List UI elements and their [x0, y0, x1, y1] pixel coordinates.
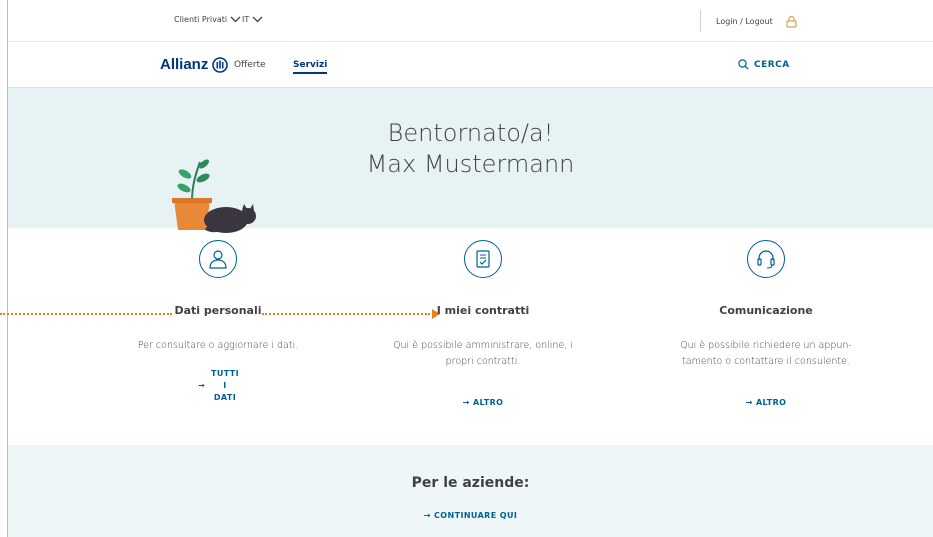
description-line: Qui è possibile amministrare, online, i	[393, 340, 573, 351]
headset-icon	[757, 250, 775, 269]
personal-data-icon-circle[interactable]	[199, 240, 237, 278]
nav-services[interactable]: Servizi	[293, 60, 328, 74]
lock-icon	[786, 16, 797, 28]
utility-bar: Clienti Privati IT Login / Logout	[8, 0, 933, 42]
contracts-more-link[interactable]: → ALTRO	[363, 398, 603, 407]
main-navigation: Allianz Offerte Servizi CERCA	[8, 42, 933, 88]
nav-offers[interactable]: Offerte	[234, 60, 266, 70]
segment-label: Clienti Privati	[174, 15, 228, 24]
chevron-down-icon	[252, 16, 263, 23]
arrow-right-icon: →	[198, 381, 206, 390]
companies-title: Per le aziende:	[411, 475, 530, 491]
hero-title: Bentornato/a! Max Mustermann	[8, 118, 933, 180]
search-icon	[738, 59, 749, 70]
welcome-hero: Bentornato/a! Max Mustermann	[8, 88, 933, 233]
user-name: Max Mustermann	[366, 150, 575, 178]
link-line: I	[223, 381, 227, 390]
search-button[interactable]: CERCA	[738, 59, 790, 70]
service-communication: Comunicazione Qui è possibile richiedere…	[646, 240, 886, 407]
contract-icon	[476, 250, 490, 268]
greeting-text: Bentornato/a!	[387, 119, 554, 147]
language-selector[interactable]: IT	[242, 15, 263, 24]
search-label: CERCA	[754, 59, 790, 70]
continue-here-link[interactable]: → CONTINUARE QUI	[8, 511, 933, 520]
service-my-contracts: I miei contratti Qui è possibile amminis…	[363, 240, 603, 407]
segment-selector[interactable]: Clienti Privati	[174, 15, 241, 24]
language-label: IT	[242, 15, 250, 24]
chevron-down-icon	[230, 16, 241, 23]
description-line: propri contratti.	[445, 356, 521, 367]
companies-section: Per le aziende: → CONTINUARE QUI	[8, 445, 933, 537]
communication-icon-circle[interactable]	[747, 240, 785, 278]
link-line: DATI	[213, 393, 237, 402]
communication-more-link[interactable]: → ALTRO	[646, 398, 886, 407]
allianz-logo[interactable]: Allianz	[160, 56, 229, 73]
service-description: Qui è possibile amministrare, online, i …	[363, 338, 603, 370]
contracts-icon-circle[interactable]	[464, 240, 502, 278]
description-line: tamento o contattare il consulente.	[682, 356, 850, 367]
service-description: Per consultare o aggiornare i dati.	[98, 338, 338, 354]
service-title: Dati personali	[174, 304, 262, 317]
login-label: Login / Logout	[716, 17, 773, 26]
service-title: Comunicazione	[719, 304, 813, 317]
link-line: TUTTI	[210, 369, 240, 378]
logo-wordmark: Allianz	[160, 56, 209, 73]
description-line: Per consultare o aggiornare i dati.	[137, 340, 299, 351]
allianz-eagle-icon	[212, 56, 229, 73]
plant-and-cat-illustration	[172, 159, 256, 233]
service-description: Qui è possibile richiedere un appun- tam…	[646, 338, 886, 370]
person-icon	[209, 250, 227, 269]
login-logout-link[interactable]: Login / Logout	[716, 15, 797, 28]
description-line: Qui è possibile richiedere un appun-	[680, 340, 852, 351]
service-title: I miei contratti	[436, 304, 530, 317]
all-data-link[interactable]: → TUTTI I DATI	[98, 368, 338, 404]
topbar-divider	[700, 10, 701, 32]
service-personal-data: Dati personali Per consultare o aggiorna…	[98, 240, 338, 404]
